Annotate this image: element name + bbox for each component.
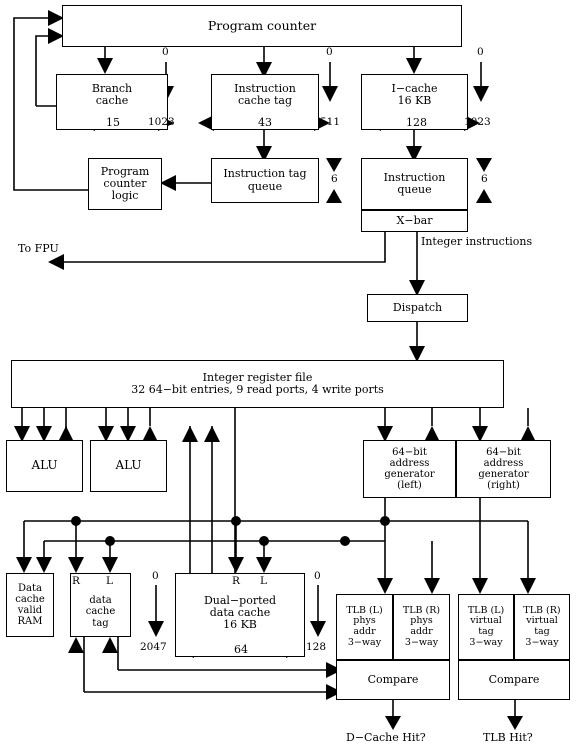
block-tlb-phys-left: TLB (L) phys addr 3−way — [336, 594, 393, 660]
block-data-cache-valid-ram: Data cache valid RAM — [6, 573, 54, 637]
block-integer-register-file: Integer register file 32 64−bit entries,… — [11, 360, 504, 408]
block-alu-left: ALU — [6, 440, 83, 492]
block-dispatch: Dispatch — [367, 294, 468, 322]
block-tlb-phys-right: TLB (R) phys addr 3−way — [393, 594, 450, 660]
tlb-virt-left-label-4: 3−way — [469, 636, 503, 648]
label-integer-instructions: Integer instructions — [421, 235, 533, 248]
dcache-valid-ram-label-2: cache — [15, 593, 45, 605]
program-counter-label: Program counter — [207, 18, 317, 33]
addr-gen-left-label-4: (left) — [397, 480, 422, 492]
dual-ported-dcache-right-index-top: 0 — [314, 570, 321, 582]
block-alu-right: ALU — [90, 440, 167, 492]
block-instruction-queue: Instruction queue — [361, 158, 468, 210]
block-instruction-tag-queue: Instruction tag queue — [211, 158, 319, 203]
dual-ported-dcache-left-index-top: 0 — [152, 570, 159, 582]
tlb-virt-right-label-4: 3−way — [525, 636, 559, 648]
block-address-generator-left: 64−bit address generator (left) — [363, 440, 456, 498]
dual-ported-dcache-left-index-bottom: 2047 — [140, 641, 167, 653]
dcache-valid-ram-label-1: Data — [18, 582, 42, 594]
integer-instructions-line-1: Integer — [421, 235, 463, 248]
block-xbar: X−bar — [361, 210, 468, 232]
icache-label-2: 16 KB — [397, 94, 432, 107]
icache-index-top: 0 — [477, 46, 484, 58]
block-tlb-virtual-right: TLB (R) virtual tag 3−way — [514, 594, 570, 660]
compare-left-label: Compare — [367, 672, 419, 686]
alu-right-label: ALU — [115, 458, 142, 473]
instruction-tag-queue-depth: 6 — [331, 173, 338, 185]
dcache-tag-port-l: L — [106, 575, 113, 587]
addr-gen-left-label-1: 64−bit — [392, 446, 427, 458]
block-tlb-virtual-left: TLB (L) virtual tag 3−way — [458, 594, 514, 660]
alu-left-label: ALU — [31, 458, 58, 473]
label-dcache-hit: D−Cache Hit? — [346, 731, 426, 744]
dcache-tag-label-3: tag — [92, 617, 109, 629]
instruction-cache-tag-label-2: cache tag — [238, 94, 292, 107]
instruction-tag-queue-label-1: Instruction tag — [223, 167, 307, 181]
label-to-fpu: To FPU — [18, 242, 59, 255]
dual-ported-dcache-port-l: L — [260, 575, 267, 587]
instruction-cache-tag-index-top: 0 — [326, 46, 333, 58]
processor-block-diagram: Program counter Branch cache 15 Instruct… — [0, 0, 576, 752]
dcache-tag-label-1: data — [89, 595, 112, 607]
instruction-queue-depth: 6 — [481, 173, 488, 185]
block-program-counter-logic: Program counter logic — [88, 158, 162, 210]
dcache-tag-port-r: R — [72, 575, 80, 587]
compare-right-label: Compare — [488, 672, 540, 686]
instruction-queue-label-2: queue — [397, 183, 432, 196]
dual-ported-dcache-label-3: 16 KB — [223, 618, 257, 632]
icache-width: 128 — [404, 116, 429, 129]
integer-instructions-line-2: instructions — [465, 235, 533, 248]
addr-gen-right-label-4: (right) — [487, 480, 520, 492]
dual-ported-dcache-port-r: R — [232, 575, 240, 587]
pc-logic-label-1: Program — [100, 164, 150, 178]
block-address-generator-right: 64−bit address generator (right) — [456, 440, 551, 498]
register-file-label-2: 32 64−bit entries, 9 read ports, 4 write… — [131, 383, 384, 396]
dcache-valid-ram-label-3: valid — [17, 605, 43, 616]
pc-logic-label-3: logic — [111, 189, 139, 203]
dual-ported-dcache-right-index-bottom: 128 — [306, 641, 327, 653]
instruction-cache-tag-index-bottom: 511 — [320, 116, 341, 128]
dual-ported-dcache-label-1: Dual−ported — [203, 593, 277, 607]
block-compare-left: Compare — [336, 660, 450, 700]
xbar-label: X−bar — [396, 213, 433, 227]
dcache-valid-ram-label-4: RAM — [17, 616, 43, 628]
addr-gen-right-label-1: 64−bit — [486, 446, 521, 458]
block-program-counter: Program counter — [62, 5, 462, 47]
dcache-tag-label-2: cache — [85, 606, 116, 618]
addr-gen-right-label-2: address — [483, 457, 524, 469]
to-fpu-line-2: FPU — [34, 242, 59, 255]
block-compare-right: Compare — [458, 660, 570, 700]
addr-gen-right-label-3: generator — [478, 469, 529, 480]
addr-gen-left-label-2: address — [389, 457, 430, 469]
branch-cache-width: 15 — [104, 116, 122, 129]
instruction-tag-queue-label-2: queue — [247, 179, 283, 193]
tlb-phys-right-label-4: 3−way — [404, 636, 439, 648]
dual-ported-dcache-width: 64 — [232, 643, 250, 656]
tlb-phys-left-label-4: 3−way — [347, 636, 382, 648]
to-fpu-line-1: To — [18, 242, 32, 255]
addr-gen-left-label-3: generator — [384, 469, 435, 480]
label-tlb-hit: TLB Hit? — [483, 731, 533, 744]
icache-index-bottom: 1023 — [464, 116, 491, 128]
instruction-cache-tag-width: 43 — [256, 116, 274, 129]
branch-cache-index-bottom: 1023 — [148, 116, 175, 128]
branch-cache-index-top: 0 — [162, 46, 169, 58]
dispatch-label: Dispatch — [392, 300, 443, 314]
branch-cache-label-2: cache — [95, 94, 129, 107]
